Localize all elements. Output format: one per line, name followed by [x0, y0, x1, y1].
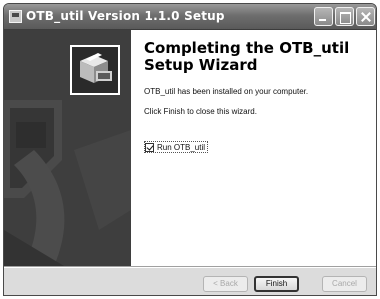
wizard-side-banner — [4, 30, 131, 266]
window-title: OTB_util Version 1.1.0 Setup — [26, 9, 225, 23]
run-app-label: Run OTB_util — [157, 142, 206, 152]
installer-box-icon — [70, 45, 120, 95]
close-icon[interactable] — [356, 7, 375, 26]
installer-window-icon — [9, 10, 22, 23]
wizard-content: Completing the OTB_util Setup Wizard OTB… — [4, 30, 376, 266]
setup-wizard-window: OTB_util Version 1.1.0 Setup Completing … — [3, 3, 377, 296]
maximize-icon[interactable] — [335, 7, 354, 26]
finish-button[interactable]: Finish — [254, 276, 299, 292]
back-button[interactable]: < Back — [203, 276, 248, 292]
checkbox-checked-icon[interactable] — [145, 142, 154, 152]
run-app-checkbox[interactable]: Run OTB_util — [144, 141, 209, 153]
minimize-icon[interactable] — [314, 7, 333, 26]
installed-message: OTB_util has been installed on your comp… — [144, 87, 309, 96]
close-instruction: Click Finish to close this wizard. — [144, 107, 257, 116]
title-bar[interactable]: OTB_util Version 1.1.0 Setup — [4, 4, 376, 30]
page-title: Completing the OTB_util Setup Wizard — [144, 39, 350, 74]
cancel-button[interactable]: Cancel — [322, 276, 367, 292]
footer-divider — [4, 266, 376, 268]
